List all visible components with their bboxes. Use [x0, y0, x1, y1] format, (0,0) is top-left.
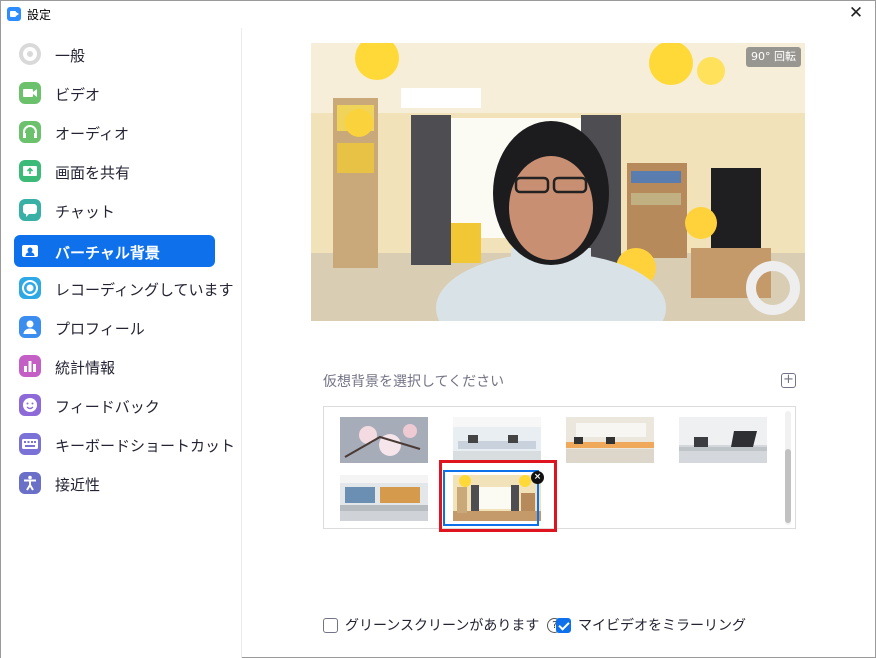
profile-icon — [19, 316, 41, 338]
sidebar-item-headphones[interactable]: オーディオ — [14, 116, 215, 148]
green-screen-option[interactable]: グリーンスクリーンがあります ? — [323, 615, 563, 635]
gear-icon — [19, 43, 41, 65]
virtual-background-icon — [19, 240, 41, 262]
sidebar-item-keyboard[interactable]: キーボードショートカット — [14, 428, 235, 460]
sidebar-item-label: チャット — [55, 203, 115, 221]
sidebar-item-video[interactable]: ビデオ — [14, 77, 215, 109]
window-title: 設定 — [27, 8, 52, 22]
sidebar-item-label: バーチャル背景 — [55, 244, 160, 262]
gallery-scroll-thumb[interactable] — [785, 449, 791, 523]
background-thumbnail[interactable] — [679, 417, 767, 463]
background-thumbnail[interactable] — [340, 417, 428, 463]
sidebar-item-statistics[interactable]: 統計情報 — [14, 350, 215, 382]
background-thumbnail[interactable] — [453, 417, 541, 463]
virtual-background-panel: 90° 回転 仮想背景を選択してください + × グリーンスクリーンがあります … — [243, 28, 875, 658]
record-icon — [19, 277, 41, 299]
mirror-video-option[interactable]: マイビデオをミラーリング — [556, 615, 746, 635]
sidebar-item-profile[interactable]: プロフィール — [14, 311, 215, 343]
settings-window: 設定 ✕ 一般ビデオオーディオ画面を共有チャットバーチャル背景レコーディングして… — [0, 0, 876, 658]
statistics-icon — [19, 355, 41, 377]
rotate-90-button[interactable]: 90° 回転 — [746, 47, 801, 67]
sidebar-item-label: 接近性 — [55, 476, 101, 494]
mirror-video-label: マイビデオをミラーリング — [578, 618, 746, 634]
camera-preview: 90° 回転 — [311, 43, 805, 321]
sidebar-item-label: キーボードショートカット — [55, 437, 236, 455]
sidebar-item-label: 画面を共有 — [55, 164, 131, 182]
settings-sidebar: 一般ビデオオーディオ画面を共有チャットバーチャル背景レコーディングしています プロ… — [1, 28, 242, 658]
mirror-video-checkbox[interactable] — [556, 617, 571, 633]
annotation-highlight-box — [439, 460, 557, 532]
zoom-app-icon — [7, 7, 21, 21]
sidebar-item-feedback[interactable]: フィードバック — [14, 389, 215, 421]
sidebar-item-chat[interactable]: チャット — [14, 194, 215, 226]
background-gallery: × — [323, 406, 796, 529]
sidebar-item-virtual-background[interactable]: バーチャル背景 — [14, 235, 215, 267]
accessibility-icon — [19, 472, 41, 494]
feedback-icon — [19, 394, 41, 416]
sidebar-item-share-screen[interactable]: 画面を共有 — [14, 155, 215, 187]
close-button[interactable]: ✕ — [847, 4, 865, 22]
title-bar: 設定 ✕ — [1, 1, 875, 28]
background-thumbnail[interactable] — [340, 475, 428, 521]
share-screen-icon — [19, 160, 41, 182]
choose-background-label: 仮想背景を選択してください — [323, 374, 505, 390]
add-background-button[interactable]: + — [781, 373, 796, 388]
sidebar-item-gear[interactable]: 一般 — [14, 38, 215, 70]
sidebar-item-label: レコーディングしています — [55, 281, 234, 299]
sidebar-item-label: ビデオ — [55, 86, 101, 104]
sidebar-item-label: 一般 — [55, 47, 86, 65]
sidebar-item-accessibility[interactable]: 接近性 — [14, 467, 215, 499]
sidebar-item-label: プロフィール — [55, 320, 145, 338]
sidebar-item-label: 統計情報 — [55, 359, 116, 377]
green-screen-label: グリーンスクリーンがあります — [345, 618, 540, 634]
green-screen-checkbox[interactable] — [323, 617, 338, 633]
keyboard-icon — [19, 433, 41, 455]
sidebar-item-label: オーディオ — [55, 125, 129, 143]
background-thumbnail[interactable] — [566, 417, 654, 463]
video-icon — [19, 82, 41, 104]
preview-image — [311, 43, 805, 321]
chat-icon — [19, 199, 41, 221]
headphones-icon — [19, 121, 41, 143]
sidebar-item-label: フィードバック — [55, 398, 160, 416]
sidebar-item-record[interactable]: レコーディングしています — [14, 272, 234, 304]
gallery-scrollbar[interactable] — [785, 411, 791, 525]
